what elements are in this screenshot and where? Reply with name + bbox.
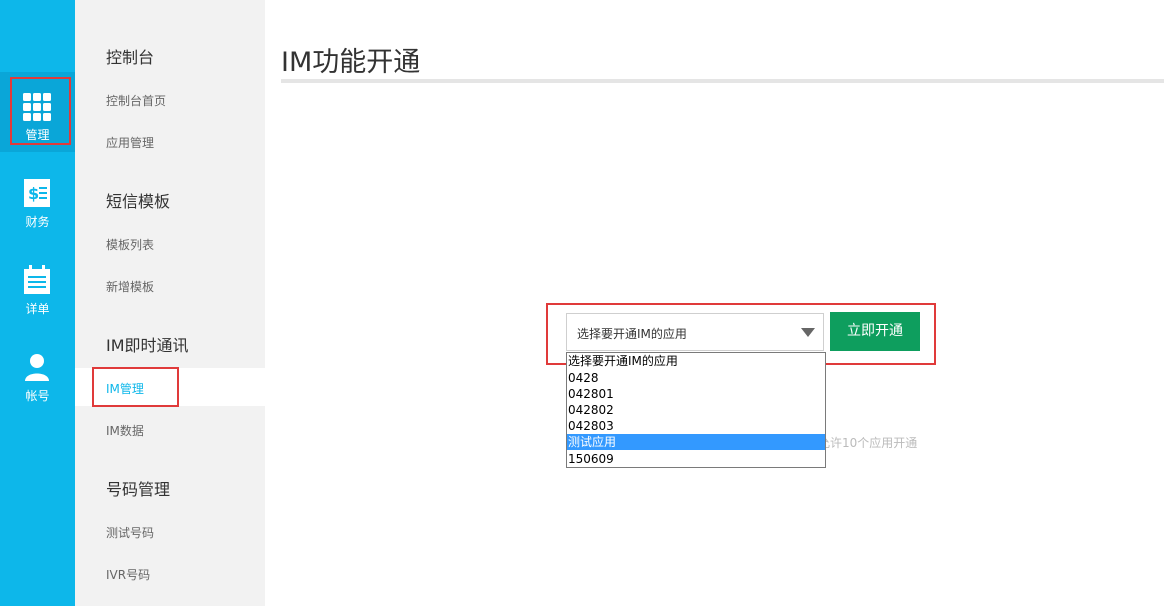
rail-item-account[interactable]: 帐号 <box>0 334 75 414</box>
hint-text: 允许10个应用开通 <box>818 436 918 450</box>
title-divider <box>281 79 1164 83</box>
rail-label-account: 帐号 <box>25 389 50 403</box>
rail-item-details[interactable]: 详单 <box>0 247 75 327</box>
dropdown-option[interactable]: 150609 <box>567 451 825 467</box>
sidebar-link-new-template[interactable]: 新增模板 <box>106 278 154 295</box>
sidebar-link-template-list[interactable]: 模板列表 <box>106 236 154 253</box>
dropdown-option[interactable]: 042803 <box>567 418 825 434</box>
calendar-icon <box>24 265 50 294</box>
activate-button[interactable]: 立即开通 <box>830 312 920 351</box>
app-select-value: 选择要开通IM的应用 <box>577 327 687 341</box>
sidebar-heading-console: 控制台 <box>106 48 155 67</box>
grid-icon <box>23 93 51 121</box>
rail-label-finance: 财务 <box>25 215 50 229</box>
sidebar-link-app-manage[interactable]: 应用管理 <box>106 134 154 151</box>
sidebar-heading-im: IM即时通讯 <box>106 336 189 355</box>
rail-label-manage: 管理 <box>25 128 50 142</box>
rail-item-manage[interactable]: 管理 <box>0 72 75 152</box>
app-select[interactable]: 选择要开通IM的应用 <box>566 313 824 351</box>
sidebar: 控制台 控制台首页 应用管理 短信模板 模板列表 新增模板 IM即时通讯 IM管… <box>75 0 265 606</box>
user-icon <box>25 354 49 381</box>
sidebar-heading-number-manage: 号码管理 <box>106 480 171 499</box>
sidebar-link-im-manage[interactable]: IM管理 <box>106 380 144 397</box>
chevron-down-icon[interactable] <box>801 328 815 337</box>
sidebar-active-bg <box>75 368 265 406</box>
svg-text:$: $ <box>28 184 39 203</box>
sidebar-heading-sms-template: 短信模板 <box>106 192 171 211</box>
money-icon: $ <box>24 179 50 207</box>
sidebar-link-im-data[interactable]: IM数据 <box>106 422 144 439</box>
page-title: IM功能开通 <box>281 47 421 78</box>
dropdown-option[interactable]: 0428 <box>567 370 825 386</box>
rail-label-details: 详单 <box>25 302 50 316</box>
icon-rail: 管理 $ 财务 详单 帐号 <box>0 0 75 606</box>
dropdown-option[interactable]: 042801 <box>567 386 825 402</box>
dropdown-option[interactable]: 042802 <box>567 402 825 418</box>
sidebar-link-test-number[interactable]: 测试号码 <box>106 524 154 541</box>
sidebar-link-console-home[interactable]: 控制台首页 <box>106 92 166 109</box>
sidebar-link-ivr-number[interactable]: IVR号码 <box>106 566 150 583</box>
dropdown-option-selected[interactable]: 测试应用 <box>567 434 825 450</box>
rail-item-finance[interactable]: $ 财务 <box>0 160 75 240</box>
dropdown-option[interactable]: 选择要开通IM的应用 <box>567 353 825 369</box>
app-select-dropdown: 选择要开通IM的应用 0428 042801 042802 042803 测试应… <box>566 352 826 468</box>
